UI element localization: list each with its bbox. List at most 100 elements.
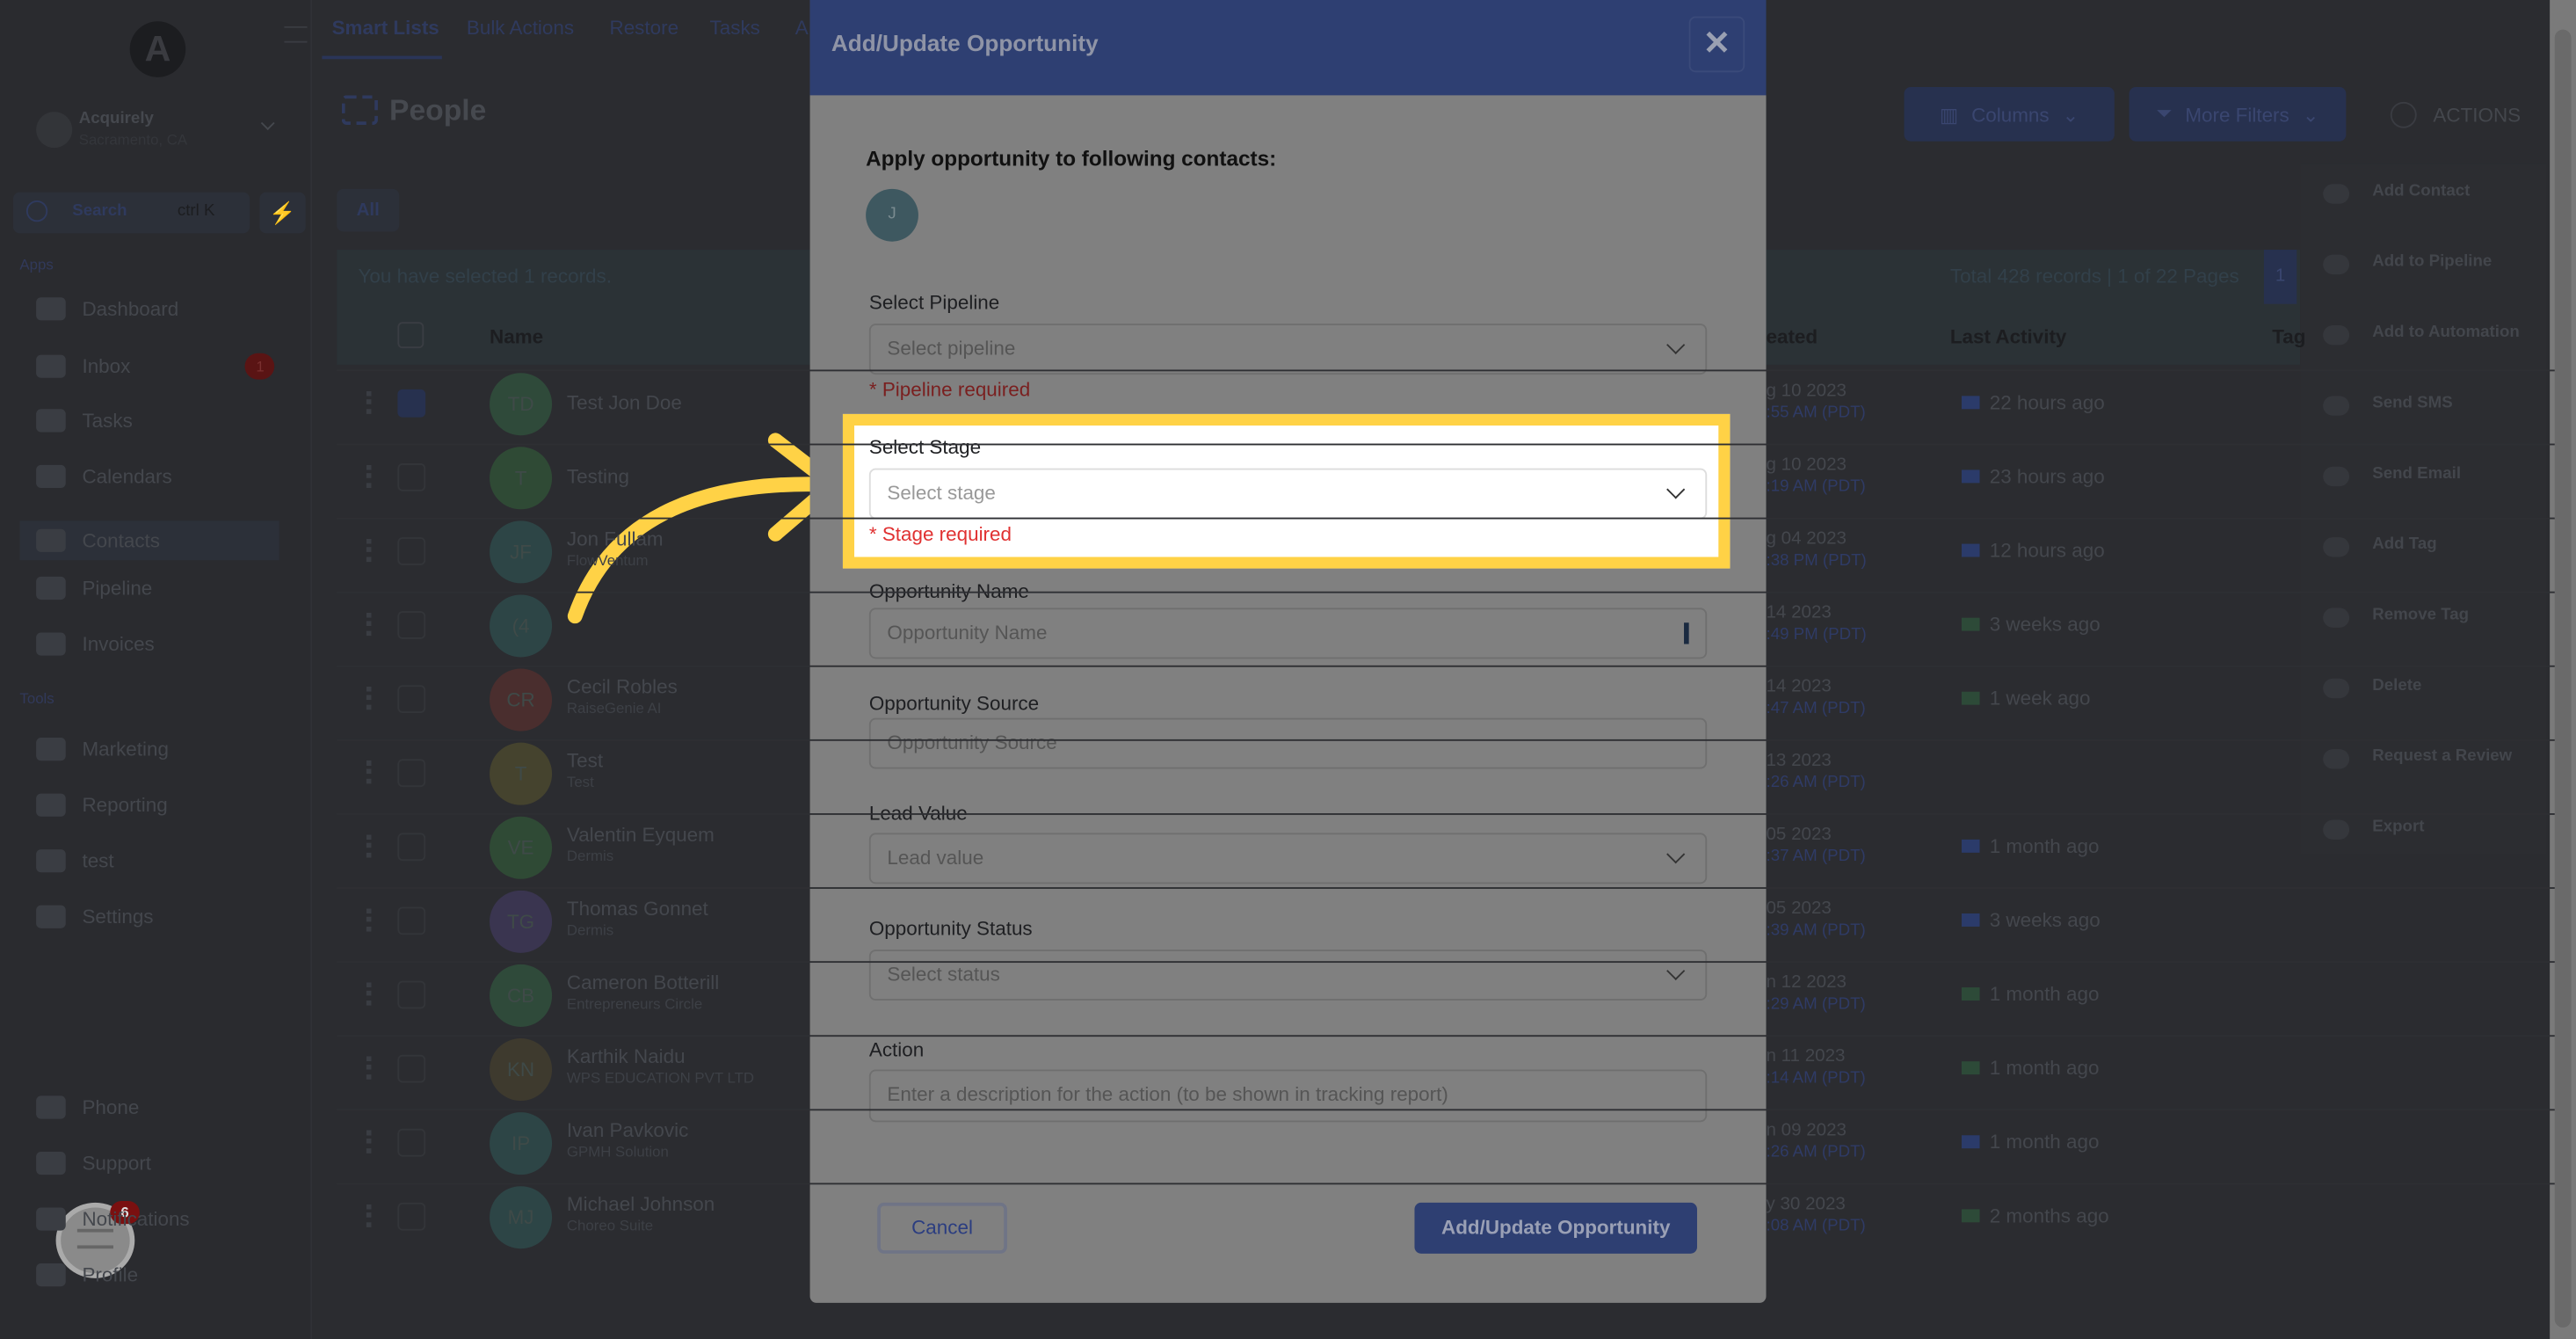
sidebar-item-label: Phone: [82, 1095, 140, 1119]
contact-company: Test: [566, 774, 594, 790]
row-drag-handle[interactable]: [366, 834, 373, 858]
row-drag-handle[interactable]: [366, 1204, 373, 1227]
row-checkbox[interactable]: [397, 906, 426, 935]
sidebar-item-support[interactable]: Support: [36, 1151, 151, 1175]
last-activity: 1 month ago: [1961, 1131, 2099, 1153]
row-checkbox[interactable]: [397, 462, 426, 491]
sidebar-item-notifications[interactable]: Notifications: [36, 1207, 190, 1231]
table-row[interactable]: [337, 517, 2555, 592]
pipeline-select[interactable]: Select pipeline: [868, 324, 1708, 375]
sidebar-item-tasks[interactable]: Tasks: [36, 409, 133, 433]
modal-header: Add/Update Opportunity ✕: [809, 0, 1767, 96]
row-checkbox[interactable]: [397, 685, 426, 714]
created-time: :37 AM (PDT): [1766, 848, 1866, 866]
last-activity-text: 12 hours ago: [1989, 538, 2105, 563]
chat-icon: [1961, 691, 1980, 705]
sidebar-item-dashboard[interactable]: Dashboard: [36, 297, 178, 321]
contact-name[interactable]: Cameron Botterill: [567, 971, 719, 993]
contact-name[interactable]: Test Jon Doe: [567, 391, 682, 414]
row-checkbox[interactable]: [397, 759, 426, 788]
avatar: (4: [490, 594, 553, 658]
contact-name[interactable]: Test: [567, 749, 603, 772]
row-drag-handle[interactable]: [366, 1130, 373, 1153]
sidebar-item-calendars[interactable]: Calendars: [36, 464, 172, 489]
avatar: TG: [490, 890, 553, 953]
sidebar-item-label: Invoices: [82, 632, 155, 656]
inbox-badge: 1: [245, 353, 275, 380]
profile-icon: [36, 1263, 66, 1287]
created-time: :19 AM (PDT): [1766, 477, 1866, 497]
email-icon: [1961, 913, 1980, 927]
avatar: T: [490, 742, 553, 805]
pipeline-placeholder: Select pipeline: [887, 337, 1016, 360]
tab-restore[interactable]: Restore: [610, 17, 679, 40]
row-checkbox[interactable]: [397, 1054, 426, 1083]
contact-name[interactable]: Karthik Naidu: [567, 1044, 686, 1067]
created-date: n 12 2023: [1766, 972, 1847, 993]
row-drag-handle[interactable]: [366, 538, 373, 563]
row-drag-handle[interactable]: [366, 908, 373, 932]
menu-item-add-contact[interactable]: Add Contact: [2372, 182, 2470, 200]
sidebar-item-invoices[interactable]: Invoices: [36, 632, 155, 656]
contact-company: GPMH Solution: [566, 1143, 669, 1161]
sidebar-item-test[interactable]: test: [36, 849, 114, 873]
last-activity-text: 23 hours ago: [1989, 464, 2105, 489]
row-checkbox[interactable]: [397, 1202, 426, 1231]
sidebar-item-marketing[interactable]: Marketing: [36, 738, 169, 761]
tab-smart-lists[interactable]: Smart Lists: [332, 17, 439, 40]
sidebar-item-settings[interactable]: Settings: [36, 905, 154, 928]
row-drag-handle[interactable]: [366, 687, 373, 710]
tab-tasks[interactable]: Tasks: [710, 17, 760, 40]
close-button[interactable]: ✕: [1688, 16, 1745, 73]
contact-name[interactable]: Testing: [567, 465, 629, 488]
sidebar-item-phone[interactable]: Phone: [36, 1095, 140, 1119]
contact-name[interactable]: Jon Fullam: [567, 528, 664, 550]
contact-name[interactable]: Cecil Robles: [567, 675, 678, 698]
contact-name[interactable]: Valentin Eyquem: [567, 823, 715, 846]
row-checkbox[interactable]: [397, 980, 426, 1009]
sidebar-item-reporting[interactable]: Reporting: [36, 793, 168, 817]
contact-name[interactable]: Thomas Gonnet: [567, 897, 708, 920]
sidebar-item-inbox[interactable]: Inbox 1: [36, 353, 275, 380]
contact-name[interactable]: Michael Johnson: [567, 1193, 715, 1216]
row-checkbox[interactable]: [397, 1128, 426, 1157]
avatar: CB: [490, 964, 553, 1027]
row-drag-handle[interactable]: [366, 982, 373, 1006]
contact-company: Dermis: [566, 848, 614, 864]
row-drag-handle[interactable]: [366, 760, 373, 784]
row-checkbox[interactable]: [397, 833, 426, 862]
chat-icon: [1961, 617, 1980, 631]
contact-company: FlowVentum: [566, 551, 649, 569]
tab-bulk-actions[interactable]: Bulk Actions: [467, 17, 574, 40]
avatar: MJ: [490, 1186, 553, 1249]
row-drag-handle[interactable]: [366, 464, 373, 489]
created-time: :39 AM (PDT): [1766, 921, 1866, 940]
row-checkbox[interactable]: [397, 611, 426, 639]
table-row[interactable]: [337, 739, 2555, 813]
last-activity-text: 22 hours ago: [1989, 390, 2105, 414]
row-checkbox[interactable]: [397, 389, 426, 418]
avatar: TD: [490, 373, 553, 436]
invoices-icon: [36, 632, 66, 656]
menu-item-add-to-pipeline[interactable]: Add to Pipeline: [2372, 253, 2492, 272]
sidebar-item-profile[interactable]: Profile: [36, 1263, 138, 1287]
close-icon: ✕: [1702, 25, 1731, 63]
created-date: 05 2023: [1766, 825, 1832, 845]
row-drag-handle[interactable]: [366, 390, 373, 414]
sidebar-item-pipeline[interactable]: Pipeline: [36, 576, 153, 600]
tab-a[interactable]: A: [795, 17, 809, 40]
menu-item-add-to-automation[interactable]: Add to Automation: [2372, 324, 2520, 342]
table-row[interactable]: [337, 443, 2555, 518]
row-drag-handle[interactable]: [366, 613, 373, 637]
row-drag-handle[interactable]: [366, 1056, 373, 1080]
sidebar-item-contacts[interactable]: Contacts: [19, 520, 279, 561]
table-row[interactable]: [337, 591, 2555, 666]
last-activity: 1 month ago: [1961, 982, 2099, 1006]
last-activity: 12 hours ago: [1961, 538, 2105, 563]
email-icon: [1961, 396, 1980, 410]
sidebar-item-label: Pipeline: [82, 576, 153, 600]
last-activity-text: 1 week ago: [1989, 687, 2091, 710]
contact-name[interactable]: Ivan Pavkovic: [567, 1119, 688, 1142]
pipeline-icon: [36, 576, 66, 600]
row-checkbox[interactable]: [397, 537, 426, 565]
